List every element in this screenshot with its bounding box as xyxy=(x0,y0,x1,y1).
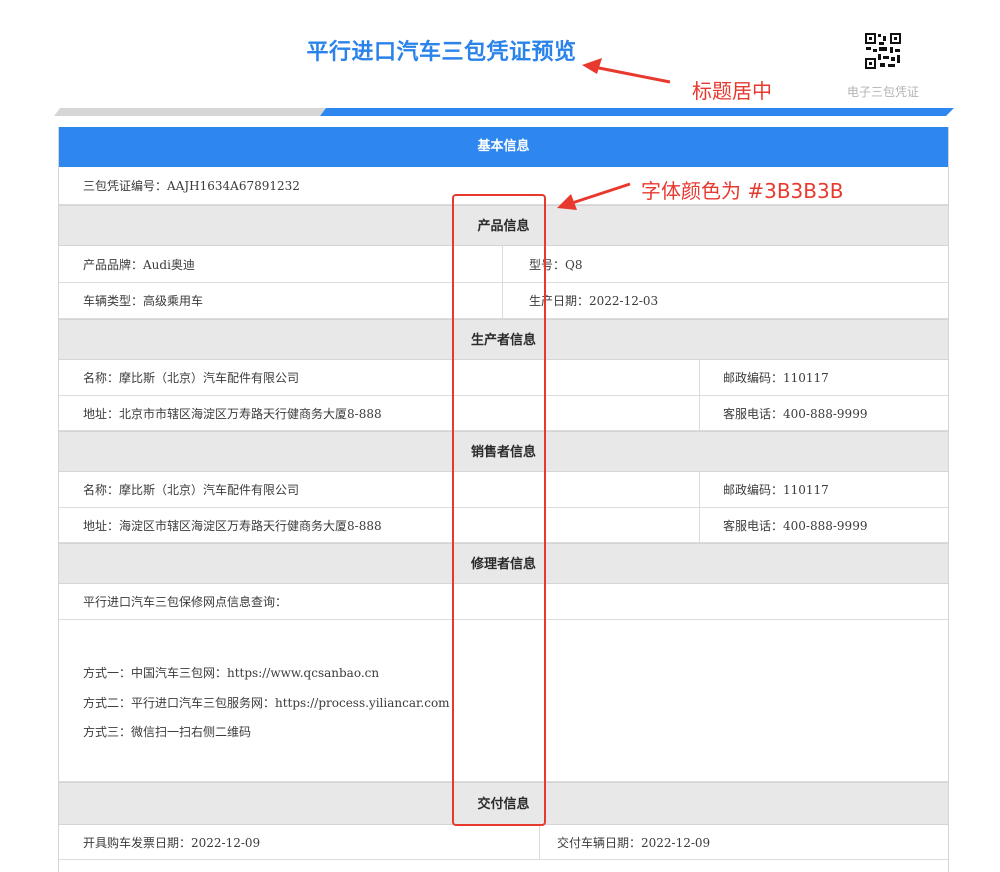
repair-method-1[interactable]: 方式一：中国汽车三包网：https://www.qcsanbao.cn xyxy=(83,664,379,681)
producer-name: 名称：摩比斯（北京）汽车配件有限公司 xyxy=(83,371,300,385)
annotation-arrow-icon xyxy=(557,182,631,210)
cert-number: 三包凭证编号：AAJH1634A67891232 xyxy=(83,179,300,193)
producer-phone: 客服电话：400-888-9999 xyxy=(723,406,868,421)
repair-method-3: 方式三：微信扫一扫右侧二维码 xyxy=(83,725,252,739)
vehicle-type: 车辆类型：高级乘用车 xyxy=(83,294,204,308)
column-divider xyxy=(699,472,700,507)
page-title: 平行进口汽车三包凭证预览 xyxy=(306,40,577,65)
table-row-delivery: 开具购车发票日期：2022-12-09 交付车辆日期：2022-12-09 xyxy=(59,825,948,860)
header-divider xyxy=(54,108,954,116)
producer-address: 地址：北京市市辖区海淀区万寿路天行健商务大厦8-888 xyxy=(83,406,382,421)
producer-postal-code: 邮政编码：110117 xyxy=(723,371,829,385)
annotation-font-note: 字体颜色为 #3B3B3B xyxy=(641,179,844,203)
invoice-date: 开具购车发票日期：2022-12-09 xyxy=(83,835,261,850)
column-divider xyxy=(699,360,700,395)
seller-name: 名称：摩比斯（北京）汽车配件有限公司 xyxy=(83,483,300,497)
repair-method-2[interactable]: 方式二：平行进口汽车三包服务网：https://process.yilianca… xyxy=(83,694,450,711)
product-brand: 产品品牌：Audi奥迪 xyxy=(83,257,195,272)
annotation-highlight-box xyxy=(452,194,546,826)
column-divider xyxy=(699,508,700,542)
column-divider xyxy=(699,396,700,430)
seller-postal-code: 邮政编码：110117 xyxy=(723,483,829,497)
column-divider xyxy=(539,825,540,859)
delivery-date: 交付车辆日期：2022-12-09 xyxy=(557,835,711,850)
annotation-title-note: 标题居中 xyxy=(692,79,772,103)
seller-phone: 客服电话：400-888-9999 xyxy=(723,518,868,533)
qr-code-icon[interactable] xyxy=(864,32,902,70)
section-basic-info: 基本信息 xyxy=(59,127,948,167)
production-date: 生产日期：2022-12-03 xyxy=(529,294,659,308)
qr-caption: 电子三包凭证 xyxy=(846,85,919,99)
repair-query-label: 平行进口汽车三包保修网点信息查询： xyxy=(83,595,288,609)
annotation-arrow-icon xyxy=(582,58,671,84)
seller-address: 地址：海淀区市辖区海淀区万寿路天行健商务大厦8-888 xyxy=(83,518,382,533)
